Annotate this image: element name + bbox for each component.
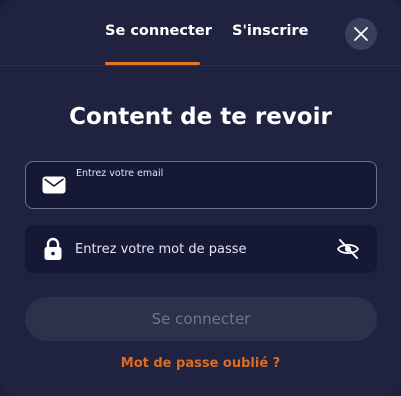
close-icon [354,27,368,41]
page-title: Content de te revoir [69,104,332,130]
email-label: Entrez votre email [76,168,164,179]
envelope-icon [42,176,66,194]
password-field[interactable] [25,225,377,273]
close-button[interactable] [345,18,377,50]
login-modal: Se connecter S'inscrire Content de te re… [0,0,401,396]
tab-signup[interactable]: S'inscrire [232,23,309,43]
active-tab-indicator [105,62,200,65]
tab-login[interactable]: Se connecter [105,23,212,43]
forgot-password-link[interactable]: Mot de passe oublié ? [0,356,401,371]
password-visibility-toggle[interactable] [336,237,360,261]
modal-header: Se connecter S'inscrire [0,0,401,66]
eye-slash-icon [336,239,360,259]
lock-icon [44,237,62,260]
login-submit-button[interactable]: Se connecter [25,297,377,341]
password-input[interactable] [75,240,325,258]
email-field[interactable]: Entrez votre email [25,161,377,209]
email-input[interactable] [76,184,356,202]
